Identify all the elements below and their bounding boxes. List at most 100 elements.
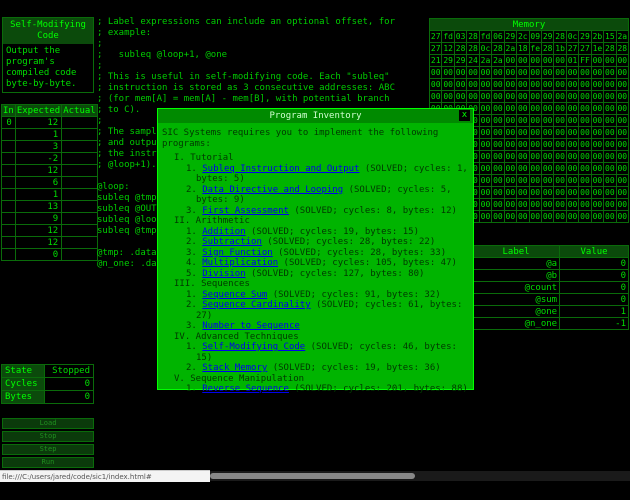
- io-actual-cell: [61, 236, 98, 249]
- memory-cell: 00: [478, 174, 493, 187]
- memory-cell: 00: [590, 174, 605, 187]
- labels-body: @a 0 @b 0 @count 0 @sum 0 @one 1 @n_one -1: [471, 257, 629, 330]
- memory-cell: 00: [590, 198, 605, 211]
- table-row: 12: [1, 164, 98, 177]
- program-link[interactable]: Sign Function: [202, 248, 272, 258]
- memory-cell: 28: [540, 42, 555, 55]
- memory-cell: 00: [503, 78, 518, 91]
- io-expected-cell: 1: [14, 188, 63, 201]
- program-link[interactable]: Addition: [202, 227, 245, 237]
- label-value-cell: 0: [559, 281, 629, 294]
- program-number: 3.: [186, 247, 197, 258]
- memory-cell: 00: [615, 54, 630, 67]
- memory-cell: 12: [441, 42, 455, 55]
- io-expected-cell: 12: [14, 164, 63, 177]
- puzzle-title: Self-Modifying Code: [3, 18, 93, 44]
- cycles-label: Cycles: [0, 377, 46, 391]
- program-link[interactable]: Multiplication: [202, 258, 278, 268]
- io-in-cell: [1, 200, 16, 213]
- program-link[interactable]: Sequence Cardinality: [202, 300, 310, 310]
- program-link[interactable]: Data Directive and Looping: [202, 185, 343, 195]
- program-sections: I. Tutorial 1. Subleq Instruction and Out…: [162, 153, 469, 395]
- memory-cell: 00: [615, 162, 630, 175]
- memory-row: 27 fd 03 28 fd 06 29 2c 09 29 28 0c 29 2b 15 2a: [428, 30, 630, 43]
- table-row: 12: [1, 224, 98, 237]
- program-link[interactable]: Subleq Instruction and Output: [202, 164, 359, 174]
- memory-cell: 00: [603, 114, 617, 127]
- memory-cell: 29: [503, 30, 518, 43]
- io-expected-cell: 13: [14, 200, 63, 213]
- program-stats: (SOLVED; cycles: 91, bytes: 32): [267, 289, 441, 300]
- load-button[interactable]: Load: [2, 418, 94, 429]
- state-table: State Stopped Cycles 0 Bytes 0: [0, 364, 94, 404]
- program-link[interactable]: Sequence Sum: [202, 290, 267, 300]
- code-line: ; instruction is stored as 3 consecutive…: [97, 83, 396, 93]
- program-item: 1. Self-Modifying Code (SOLVED; cycles: …: [162, 342, 469, 363]
- desc-line: Output the: [6, 46, 61, 56]
- memory-cell: 00: [590, 54, 605, 67]
- io-in-cell: [1, 176, 16, 189]
- program-item: 1. Addition (SOLVED; cycles: 19, bytes: …: [162, 227, 469, 238]
- memory-cell: 00: [491, 114, 505, 127]
- memory-cell: 00: [603, 90, 617, 103]
- stop-button[interactable]: Stop: [2, 431, 94, 442]
- memory-cell: 00: [503, 114, 518, 127]
- memory-cell: 00: [540, 138, 555, 151]
- step-button[interactable]: Step: [2, 444, 94, 455]
- horizontal-scrollbar[interactable]: [210, 471, 630, 481]
- puzzle-description: Output the program's compiled code byte-…: [3, 44, 93, 92]
- memory-cell: 00: [603, 138, 617, 151]
- memory-cell: 00: [503, 138, 518, 151]
- memory-cell: 00: [603, 198, 617, 211]
- memory-cell: 00: [478, 126, 493, 139]
- memory-cell: 00: [603, 66, 617, 79]
- io-actual-cell: [61, 164, 98, 177]
- memory-cell: 00: [578, 126, 592, 139]
- memory-cell: 00: [516, 150, 530, 163]
- memory-cell: 00: [516, 138, 530, 151]
- col-header-actual: Actual: [61, 104, 98, 117]
- memory-cell: 00: [565, 198, 580, 211]
- memory-cell: 00: [478, 162, 493, 175]
- memory-cell: 27: [565, 42, 580, 55]
- program-link[interactable]: Self-Modifying Code: [202, 342, 305, 352]
- memory-cell: 00: [540, 66, 555, 79]
- io-in-cell: [1, 236, 16, 249]
- memory-cell: 00: [528, 66, 542, 79]
- memory-cell: 00: [453, 90, 468, 103]
- memory-cell: 1b: [553, 42, 567, 55]
- program-link[interactable]: First Assessment: [202, 206, 289, 216]
- memory-cell: 00: [553, 114, 567, 127]
- state-label: State: [0, 364, 46, 378]
- io-expected-cell: 12: [14, 236, 63, 249]
- memory-cell: 00: [540, 162, 555, 175]
- memory-cell: 27: [428, 30, 443, 43]
- memory-row: 00000000000000000000000000000000: [428, 78, 630, 91]
- memory-cell: 00: [590, 90, 605, 103]
- code-line: ;: [97, 39, 103, 49]
- memory-cell: 00: [528, 90, 542, 103]
- close-icon[interactable]: x: [459, 110, 470, 121]
- memory-cell: 28: [466, 42, 480, 55]
- io-in-cell: [1, 212, 16, 225]
- program-link[interactable]: Reverse Sequence: [202, 384, 289, 394]
- program-link[interactable]: Division: [202, 269, 245, 279]
- program-link[interactable]: Number to Sequence: [202, 321, 300, 331]
- scrollbar-thumb[interactable]: [210, 473, 415, 479]
- memory-cell: 00: [590, 162, 605, 175]
- program-item: 1. Reverse Sequence (SOLVED; cycles: 201…: [162, 384, 469, 395]
- program-link[interactable]: Stack Memory: [202, 363, 267, 373]
- memory-cell: 00: [453, 78, 468, 91]
- memory-cell: 00: [603, 78, 617, 91]
- status-bar-url: file:///C:/users/jared/code/sic1/index.h…: [0, 470, 210, 482]
- io-actual-cell: [61, 248, 98, 261]
- memory-cell: 00: [516, 126, 530, 139]
- program-link[interactable]: Subtraction: [202, 237, 262, 247]
- memory-cell: 28: [453, 42, 468, 55]
- io-in-cell: [1, 224, 16, 237]
- memory-cell: 00: [578, 210, 592, 223]
- run-button[interactable]: Run: [2, 457, 94, 468]
- memory-cell: 00: [603, 102, 617, 115]
- io-actual-cell: [61, 188, 98, 201]
- memory-cell: 00: [491, 174, 505, 187]
